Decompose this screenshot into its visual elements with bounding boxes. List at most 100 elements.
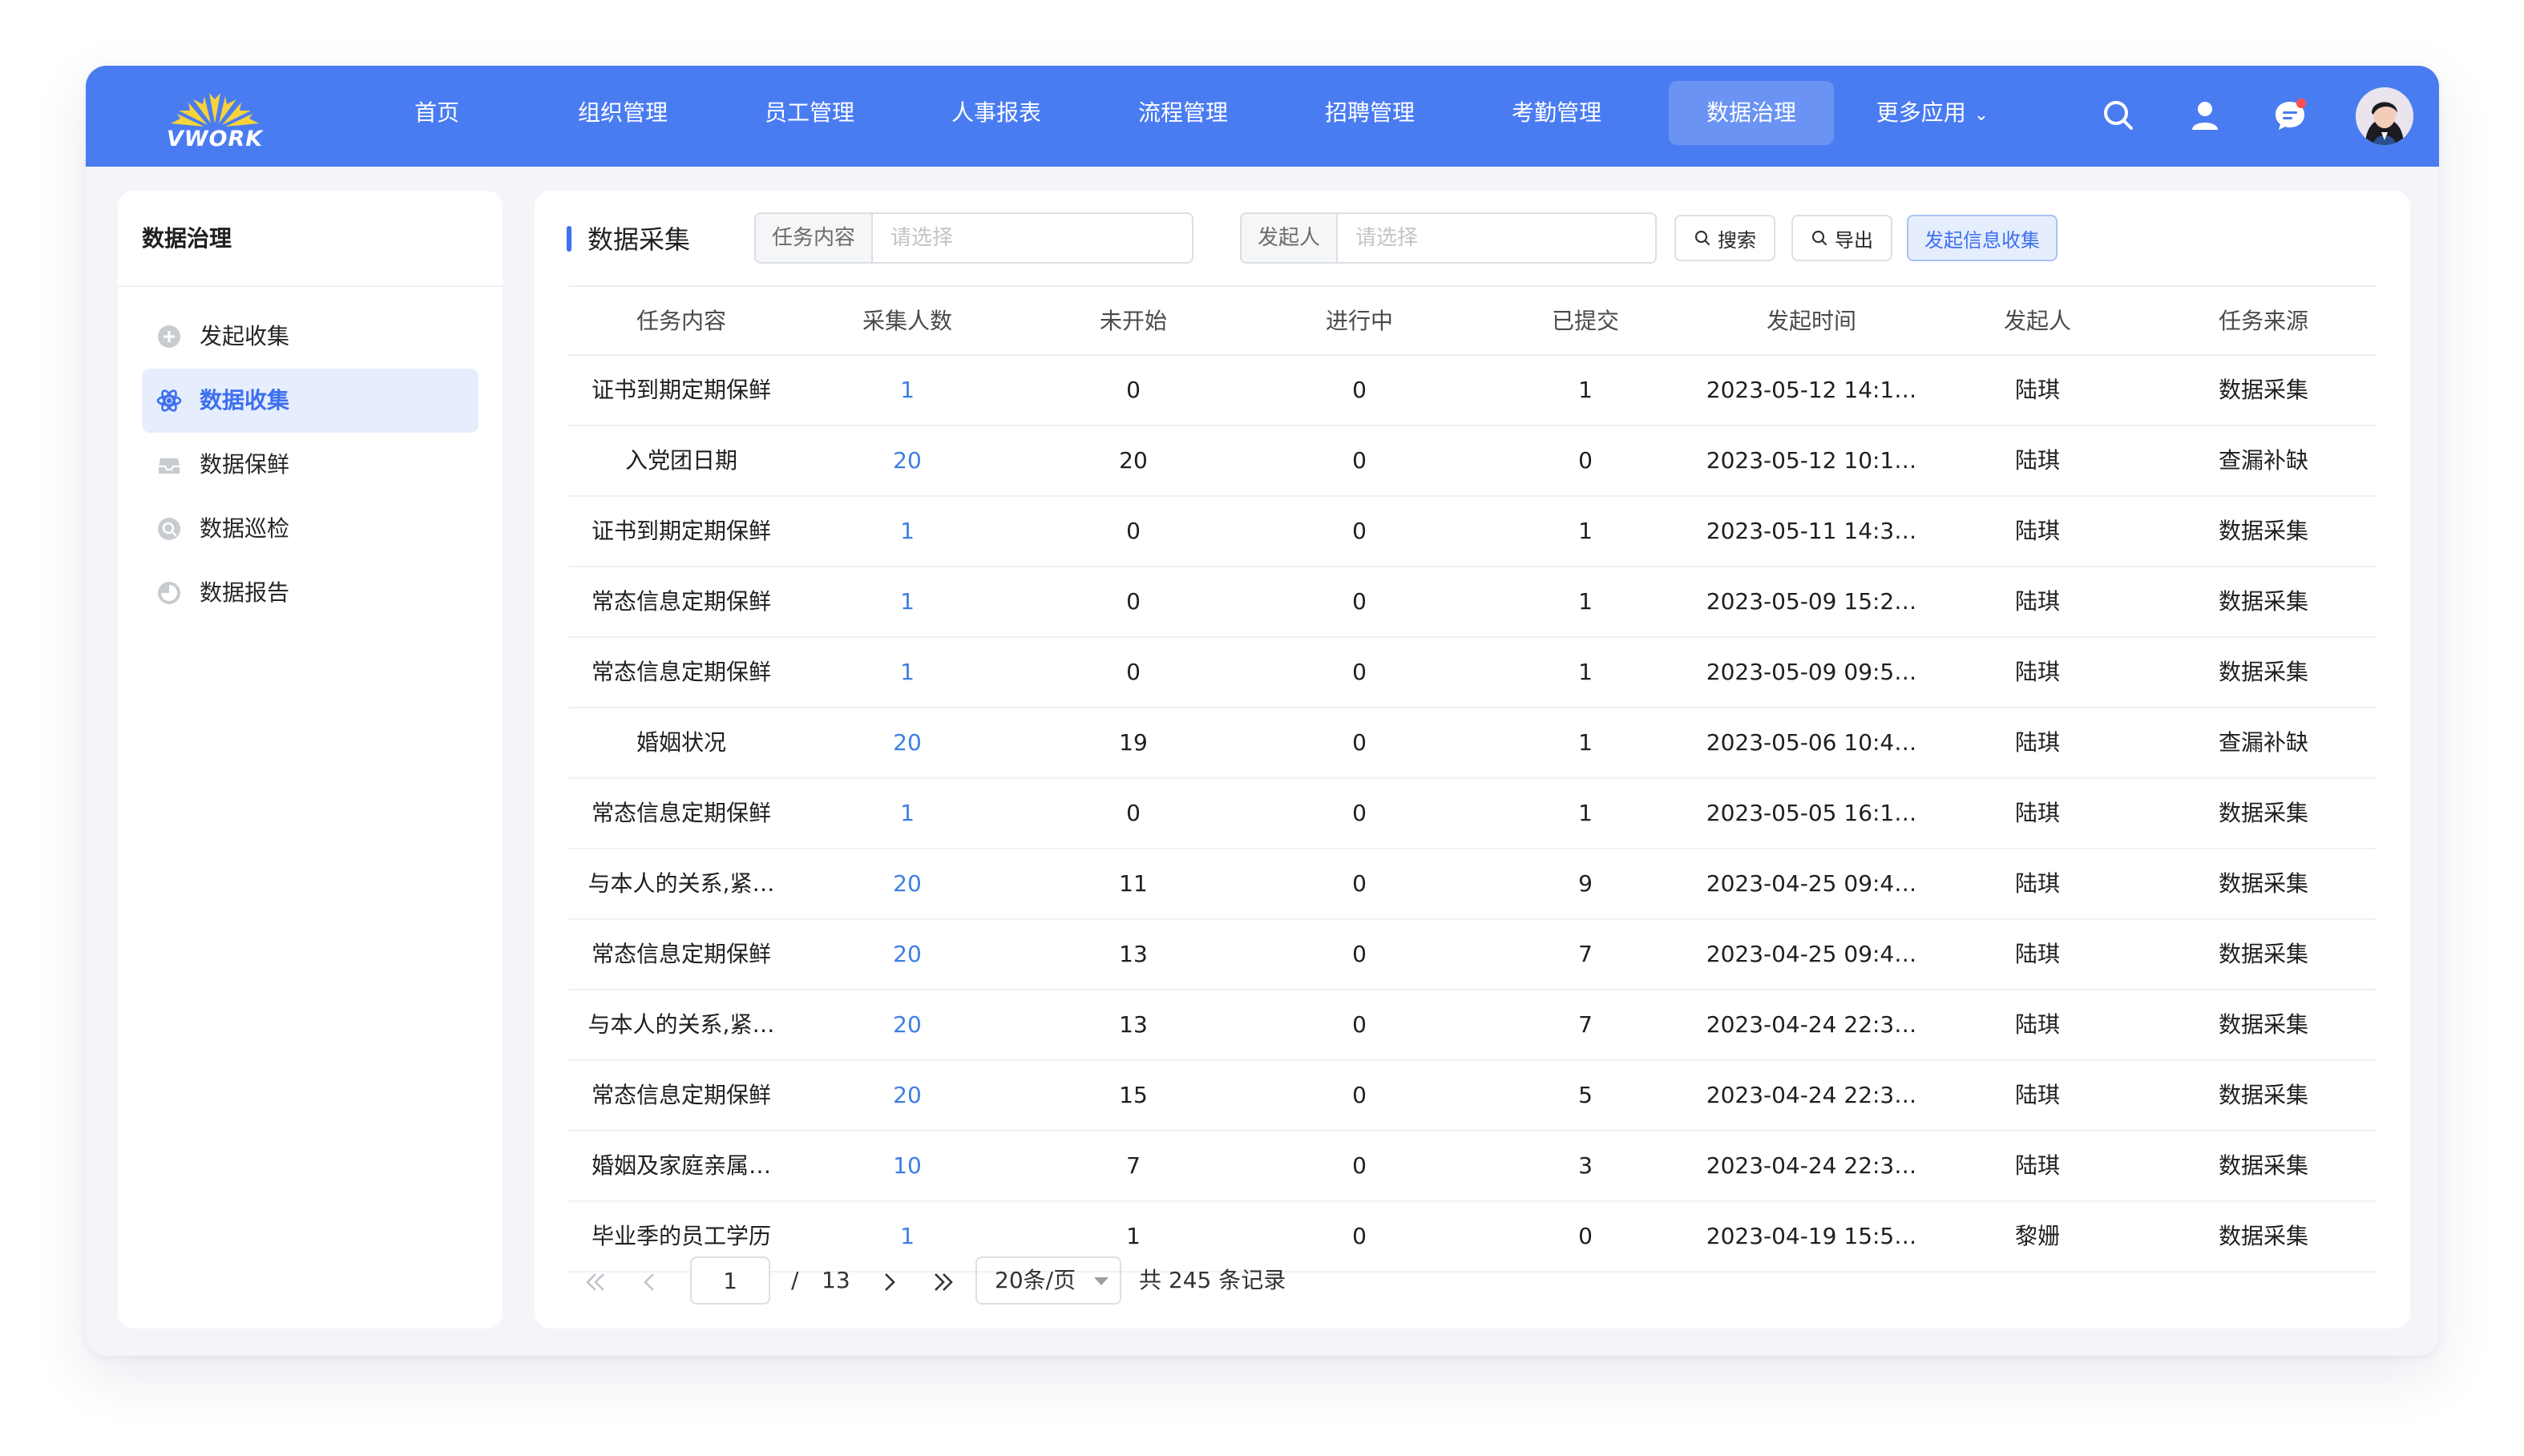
sidebar-item-label: 数据保鲜: [200, 451, 290, 478]
table-row[interactable]: 证书到期定期保鲜 1 0 0 1 2023-05-12 14:1… 陆琪 数据采集: [568, 356, 2377, 426]
cell-initiator: 陆琪: [2014, 870, 2060, 897]
cell-in-progress: 0: [1352, 659, 1367, 685]
cell-collect-count[interactable]: 1: [794, 567, 1020, 636]
export-button[interactable]: 导出: [1791, 215, 1892, 261]
table-row[interactable]: 常态信息定期保鲜 1 0 0 1 2023-05-09 15:2… 陆琪 数据采集: [568, 567, 2377, 638]
cell-collect-count[interactable]: 20: [794, 708, 1020, 777]
last-page-icon[interactable]: [927, 1266, 959, 1298]
sidebar-item-label: 发起收集: [200, 323, 290, 349]
cell-submitted: 7: [1578, 1011, 1593, 1038]
cell-collect-count[interactable]: 1: [794, 356, 1020, 425]
message-icon[interactable]: [2272, 98, 2308, 133]
sidebar-item-data-collection[interactable]: 数据收集: [142, 369, 479, 433]
cell-submitted: 1: [1578, 518, 1593, 544]
cell-collect-count[interactable]: 20: [794, 426, 1020, 495]
cell-submitted: 3: [1578, 1152, 1593, 1179]
nav-attendance[interactable]: 考勤管理: [1498, 81, 1615, 145]
cell-task-content: 常态信息定期保鲜: [591, 588, 771, 615]
search-icon[interactable]: [2101, 98, 2136, 133]
table-row[interactable]: 婚姻状况 20 19 0 1 2023-05-06 10:4… 陆琪 查漏补缺: [568, 708, 2377, 779]
cell-collect-count[interactable]: 20: [794, 990, 1020, 1059]
nav-data-governance[interactable]: 数据治理: [1669, 81, 1834, 145]
cell-task-content: 证书到期定期保鲜: [591, 518, 771, 544]
sidebar-item-launch-collection[interactable]: 发起收集: [142, 305, 479, 369]
table-row[interactable]: 与本人的关系,紧… 20 11 0 9 2023-04-25 09:4… 陆琪 数据采集: [568, 849, 2377, 920]
nav-org-management[interactable]: 组织管理: [564, 81, 681, 145]
table-row[interactable]: 常态信息定期保鲜 1 0 0 1 2023-05-09 09:5… 陆琪 数据采集: [568, 638, 2377, 708]
nav-more-label: 更多应用: [1876, 99, 1966, 126]
page-number-input[interactable]: [690, 1256, 770, 1305]
cell-launch-time: 2023-05-12 10:1…: [1706, 447, 1917, 474]
nav-recruitment[interactable]: 招聘管理: [1311, 81, 1428, 145]
table-row[interactable]: 与本人的关系,紧… 20 13 0 7 2023-04-24 22:3… 陆琪 数据采集: [568, 990, 2377, 1061]
nav-home[interactable]: 首页: [378, 81, 495, 145]
plus-circle-icon: [158, 325, 180, 348]
section-title: 数据采集: [588, 224, 691, 255]
first-page-icon[interactable]: [580, 1266, 612, 1298]
top-navbar: VWORK 首页 组织管理 员工管理 人事报表 流程管理 招聘管理 考勤管理 数…: [86, 66, 2439, 167]
search-button[interactable]: 搜索: [1674, 215, 1775, 261]
table-row[interactable]: 常态信息定期保鲜 20 13 0 7 2023-04-25 09:4… 陆琪 数据采集: [568, 920, 2377, 990]
table-row[interactable]: 证书到期定期保鲜 1 0 0 1 2023-05-11 14:3… 陆琪 数据采集: [568, 497, 2377, 567]
nav-employee-management[interactable]: 员工管理: [751, 81, 868, 145]
cell-collect-count[interactable]: 10: [794, 1131, 1020, 1200]
nav-more-apps[interactable]: 更多应用 ⌄: [1862, 81, 2003, 145]
cell-task-content: 证书到期定期保鲜: [591, 377, 771, 403]
cell-not-started: 13: [1119, 941, 1148, 967]
cell-collect-count[interactable]: 1: [794, 638, 1020, 707]
nav-process-management[interactable]: 流程管理: [1125, 81, 1242, 145]
cell-not-started: 0: [1126, 377, 1141, 403]
launch-button-label: 发起信息收集: [1924, 228, 2040, 252]
cell-launch-time: 2023-05-12 14:1…: [1706, 377, 1917, 403]
scan-icon: [158, 518, 180, 540]
cell-launch-time: 2023-04-19 15:5…: [1706, 1223, 1917, 1249]
cell-initiator: 陆琪: [2014, 941, 2060, 967]
table-row[interactable]: 常态信息定期保鲜 20 15 0 5 2023-04-24 22:3… 陆琪 数据采集: [568, 1061, 2377, 1131]
sidebar-item-data-inspection[interactable]: 数据巡检: [142, 497, 479, 561]
prev-page-icon[interactable]: [634, 1266, 666, 1298]
vwork-logo[interactable]: VWORK: [163, 82, 267, 152]
sidebar-item-data-freshness[interactable]: 数据保鲜: [142, 433, 479, 497]
page-size-label: 20条/页: [995, 1267, 1076, 1293]
total-records: 共 245 条记录: [1139, 1267, 1286, 1293]
cell-launch-time: 2023-04-24 22:3…: [1706, 1082, 1917, 1108]
app-window: VWORK 首页 组织管理 员工管理 人事报表 流程管理 招聘管理 考勤管理 数…: [86, 66, 2439, 1356]
task-content-input[interactable]: [873, 214, 1192, 262]
cell-task-source: 数据采集: [2218, 659, 2308, 685]
launch-info-collection-button[interactable]: 发起信息收集: [1907, 215, 2058, 261]
initiator-label: 发起人: [1242, 214, 1338, 262]
user-avatar[interactable]: [2356, 87, 2413, 145]
cell-collect-count[interactable]: 20: [794, 920, 1020, 989]
cell-task-source: 查漏补缺: [2218, 729, 2308, 756]
cell-not-started: 0: [1126, 659, 1141, 685]
cell-collect-count[interactable]: 1: [794, 497, 1020, 566]
cell-in-progress: 0: [1352, 588, 1367, 615]
next-page-icon[interactable]: [873, 1266, 905, 1298]
cell-initiator: 陆琪: [2014, 1011, 2060, 1038]
cell-task-content: 常态信息定期保鲜: [591, 1082, 771, 1108]
table-row[interactable]: 婚姻及家庭亲属… 10 7 0 3 2023-04-24 22:3… 陆琪 数据采集: [568, 1131, 2377, 1202]
cell-in-progress: 0: [1352, 800, 1367, 826]
cell-submitted: 1: [1578, 729, 1593, 756]
column-header-submitted: 已提交: [1551, 308, 1619, 334]
sidebar-item-data-report[interactable]: 数据报告: [142, 561, 479, 625]
total-pages: 13: [822, 1267, 850, 1293]
cell-collect-count[interactable]: 20: [794, 1061, 1020, 1130]
section-accent-bar: [567, 226, 571, 252]
cell-not-started: 13: [1119, 1011, 1148, 1038]
cell-launch-time: 2023-05-09 09:5…: [1706, 659, 1917, 685]
cell-collect-count[interactable]: 20: [794, 849, 1020, 918]
initiator-input[interactable]: [1338, 214, 1655, 262]
cell-in-progress: 0: [1352, 1152, 1367, 1179]
user-icon[interactable]: [2187, 98, 2223, 133]
table-row[interactable]: 常态信息定期保鲜 1 0 0 1 2023-05-05 16:1… 陆琪 数据采集: [568, 779, 2377, 849]
cell-initiator: 黎姗: [2014, 1223, 2060, 1249]
cell-collect-count[interactable]: 1: [794, 779, 1020, 848]
table-row[interactable]: 入党团日期 20 20 0 0 2023-05-12 10:1… 陆琪 查漏补缺: [568, 426, 2377, 497]
nav-hr-reports[interactable]: 人事报表: [938, 81, 1055, 145]
page-size-select[interactable]: 20条/页: [975, 1256, 1121, 1305]
cell-launch-time: 2023-05-09 15:2…: [1706, 588, 1917, 615]
cell-task-content: 婚姻及家庭亲属…: [591, 1152, 771, 1179]
cell-task-source: 数据采集: [2218, 941, 2308, 967]
cell-task-source: 数据采集: [2218, 1223, 2308, 1249]
